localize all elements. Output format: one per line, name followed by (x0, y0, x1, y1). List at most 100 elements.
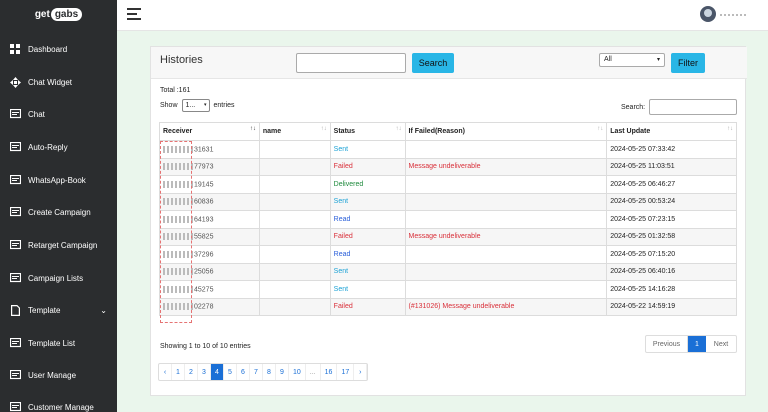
table-row: 31631 Sent 2024-05-25 07:33:42 (159, 140, 737, 159)
receiver-mask (163, 180, 193, 188)
reason-cell: Message undeliverable (404, 227, 608, 246)
page-title: Histories (160, 54, 203, 66)
page-button-8[interactable]: 8 (263, 364, 276, 380)
brand-logo[interactable]: get gabs (0, 0, 117, 28)
page-button-2[interactable]: 2 (185, 364, 198, 380)
chat-icon (9, 108, 21, 120)
sidebar-item-template-list[interactable]: Template List (0, 333, 117, 353)
page-next-button[interactable]: › (354, 364, 368, 380)
table-row: 60836 Sent 2024-05-25 00:53:24 (159, 192, 737, 211)
avatar[interactable] (700, 6, 716, 22)
last-update-cell-text: 2024-05-25 07:23:15 (610, 215, 676, 223)
column-header-if-failed-reason[interactable]: If Failed(Reason) ↑↓ (404, 122, 608, 141)
chat-icon (9, 401, 21, 412)
last-update-cell: 2024-05-25 14:16:28 (606, 280, 737, 299)
sidebar-item-whatsapp-book[interactable]: WhatsApp-Book (0, 170, 117, 190)
sidebar-item-customer-manage[interactable]: Customer Manage (0, 397, 117, 412)
chevron-down-icon: ▾ (656, 57, 660, 63)
status-cell-text: Sent (333, 198, 349, 206)
page-button-7[interactable]: 7 (250, 364, 263, 380)
name-cell (258, 262, 331, 281)
sidebar-item-user-manage[interactable]: User Manage (0, 365, 117, 385)
page-button-17[interactable]: 17 (337, 364, 355, 380)
brand-pill: gabs (50, 7, 83, 21)
previous-button[interactable]: Previous (646, 336, 688, 352)
page-button-10[interactable]: 10 (289, 364, 306, 380)
column-header-name[interactable]: name ↑↓ (258, 122, 331, 141)
receiver-mask (163, 233, 193, 241)
reason-cell (404, 175, 608, 194)
page-button-6[interactable]: 6 (237, 364, 250, 380)
page-button-4[interactable]: 4 (211, 364, 224, 380)
receiver-mask (163, 215, 193, 223)
name-cell (258, 297, 331, 316)
status-cell: Failed (329, 157, 406, 176)
column-header-receiver[interactable]: Receiver ↑↓ (159, 122, 260, 141)
sort-icon: ↑↓ (320, 126, 327, 132)
sidebar-item-auto-reply[interactable]: Auto-Reply (0, 137, 117, 157)
sidebar-item-label: User Manage (28, 370, 77, 380)
page-length-select[interactable]: 1... ▾ (181, 99, 210, 112)
receiver-mask (163, 285, 193, 293)
page-button-16[interactable]: 16 (321, 364, 338, 380)
page-button-current[interactable]: 1 (688, 336, 706, 352)
last-update-cell-text: 2024-05-25 06:46:27 (610, 180, 676, 188)
status-cell: Sent (329, 262, 406, 281)
status-filter-value: All (604, 56, 612, 63)
sidebar-item-retarget-campaign[interactable]: Retarget Campaign (0, 235, 117, 255)
name-cell (258, 245, 331, 264)
page-button-1[interactable]: 1 (172, 364, 185, 380)
next-button[interactable]: Next (706, 336, 736, 352)
last-update-cell: 2024-05-22 14:59:19 (606, 297, 737, 316)
table-search: Search: (621, 99, 738, 115)
menu-toggle-icon[interactable] (127, 8, 141, 20)
sidebar-item-campaign-lists[interactable]: Campaign Lists (0, 268, 117, 288)
last-update-cell: 2024-05-25 07:15:20 (606, 245, 737, 264)
receiver-cell: 60836 (159, 192, 260, 211)
topbar (117, 0, 768, 31)
receiver-cell-text: 60836 (194, 198, 214, 206)
page-button-3[interactable]: 3 (198, 364, 211, 380)
sidebar-item-template[interactable]: Template ⌄ (0, 300, 117, 320)
page-prev-button[interactable]: ‹ (159, 364, 172, 380)
sidebar-item-label: Template (28, 305, 61, 315)
last-update-cell-text: 2024-05-25 06:40:16 (610, 268, 676, 276)
column-header-last-update[interactable]: Last Update ↑↓ (606, 122, 737, 141)
table-row: 25056 Sent 2024-05-25 06:40:16 (159, 262, 737, 281)
sidebar-item-create-campaign[interactable]: Create Campaign (0, 202, 117, 222)
status-cell: Read (329, 210, 406, 229)
sort-icon: ↑↓ (395, 126, 402, 132)
table-search-label: Search: (621, 103, 646, 111)
sidebar-item-chat-widget[interactable]: Chat Widget (0, 72, 117, 92)
sidebar: get gabs Dashboard Chat Widget Chat Auto-Rep… (0, 0, 117, 412)
receiver-cell: 37296 (159, 245, 260, 264)
receiver-cell: 77973 (159, 157, 260, 176)
table-search-input[interactable] (649, 99, 738, 115)
page-button-5[interactable]: 5 (224, 364, 237, 380)
column-header-status[interactable]: Status ↑↓ (329, 122, 406, 141)
receiver-cell-text: 64193 (194, 215, 214, 223)
table-row: 45275 Sent 2024-05-25 14:16:28 (159, 280, 737, 299)
search-button[interactable]: Search (412, 53, 454, 73)
reason-cell (404, 192, 608, 211)
status-cell-text: Failed (333, 233, 353, 241)
column-header-label: Receiver (163, 128, 193, 135)
reason-cell-text: Message undeliverable (408, 163, 481, 171)
file-icon (9, 304, 21, 316)
page-button-9[interactable]: 9 (276, 364, 289, 380)
filter-button[interactable]: Filter (671, 53, 705, 73)
receiver-mask (163, 163, 193, 171)
last-update-cell: 2024-05-25 11:03:51 (606, 157, 737, 176)
sidebar-item-chat[interactable]: Chat (0, 104, 117, 124)
dashboard-icon (9, 43, 21, 55)
receiver-cell: 31631 (159, 140, 260, 159)
status-cell-text: Sent (333, 285, 349, 293)
status-cell: Failed (329, 297, 406, 316)
sidebar-item-dashboard[interactable]: Dashboard (0, 39, 117, 59)
last-update-cell-text: 2024-05-25 14:16:28 (610, 285, 676, 293)
search-input[interactable] (296, 53, 406, 73)
status-filter-select[interactable]: All ▾ (599, 53, 665, 67)
sidebar-item-label: Chat Widget (28, 77, 73, 87)
name-cell (258, 280, 331, 299)
sort-icon: ↑↓ (597, 126, 604, 132)
